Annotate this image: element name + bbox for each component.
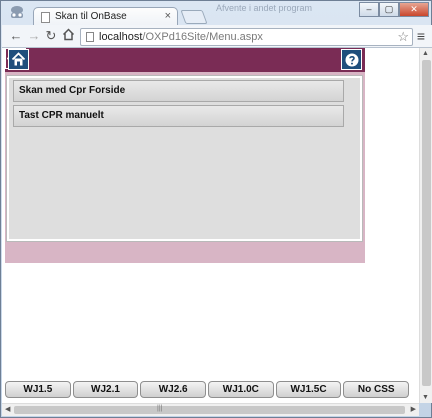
app-header [5, 48, 365, 72]
back-icon[interactable]: ← [8, 28, 24, 44]
forward-icon[interactable]: → [26, 28, 42, 44]
minimize-button[interactable]: – [359, 2, 379, 17]
enter-cpr-manually-button[interactable]: Tast CPR manuelt [13, 105, 344, 127]
page-icon [86, 32, 94, 42]
page-favicon-icon [41, 12, 50, 23]
maximize-button[interactable]: ▢ [379, 2, 399, 17]
css-wj15-button[interactable]: WJ1.5 [5, 381, 71, 398]
browser-tab[interactable]: Skan til OnBase × [33, 7, 178, 27]
horizontal-scrollbar[interactable]: ◀ ||| ▶ [2, 403, 419, 416]
browser-profile-icon[interactable] [6, 4, 28, 22]
help-icon [345, 53, 358, 66]
home-icon [11, 52, 26, 66]
tab-strip: Skan til OnBase × Afvente i andet progra… [1, 1, 432, 27]
css-wj21-button[interactable]: WJ2.1 [72, 381, 139, 398]
no-css-button[interactable]: No CSS [343, 381, 410, 398]
menu-panel: Skan med Cpr Forside Tast CPR manuelt [6, 75, 363, 242]
page-viewport: Skan med Cpr Forside Tast CPR manuelt WJ… [2, 48, 419, 403]
window-controls: – ▢ ✕ [359, 2, 429, 17]
scroll-grip-icon: ||| [157, 405, 163, 412]
tab-close-icon[interactable]: × [165, 10, 171, 22]
browser-home-icon[interactable] [60, 28, 76, 44]
help-button[interactable] [341, 49, 362, 70]
css-switcher-bar: WJ1.5 WJ2.1 WJ2.6 WJ1.0C WJ1.5C No CSS [5, 381, 410, 401]
browser-menu-icon[interactable]: ≡ [414, 28, 428, 44]
reload-icon[interactable]: ↻ [43, 28, 59, 44]
scroll-down-icon[interactable]: ▼ [422, 394, 429, 401]
scan-with-cpr-cover-button[interactable]: Skan med Cpr Forside [13, 80, 344, 102]
css-wj10c-button[interactable]: WJ1.0C [208, 381, 274, 398]
scroll-left-icon[interactable]: ◀ [5, 405, 10, 413]
background-window-text: Afvente i andet program [216, 3, 313, 13]
url-text: localhost/OXPd16Site/Menu.aspx [99, 31, 263, 43]
browser-toolbar: ← → ↻ localhost/OXPd16Site/Menu.aspx ☆ ≡ [2, 25, 432, 48]
vertical-scrollbar[interactable]: ▲ ▼ [419, 48, 432, 403]
css-wj15c-button[interactable]: WJ1.5C [275, 381, 342, 398]
css-wj26-button[interactable]: WJ2.6 [140, 381, 207, 398]
browser-window: Skan til OnBase × Afvente i andet progra… [0, 0, 432, 418]
bookmark-star-icon[interactable]: ☆ [397, 29, 409, 45]
vertical-scroll-thumb[interactable] [422, 60, 431, 386]
close-window-button[interactable]: ✕ [399, 2, 429, 17]
new-tab-button[interactable] [180, 10, 208, 24]
horizontal-scroll-thumb[interactable] [14, 406, 405, 414]
scroll-up-icon[interactable]: ▲ [422, 50, 429, 57]
address-bar[interactable]: localhost/OXPd16Site/Menu.aspx ☆ [80, 28, 413, 46]
tab-title: Skan til OnBase [55, 11, 127, 22]
scroll-right-icon[interactable]: ▶ [411, 405, 416, 413]
home-button[interactable] [8, 49, 29, 70]
